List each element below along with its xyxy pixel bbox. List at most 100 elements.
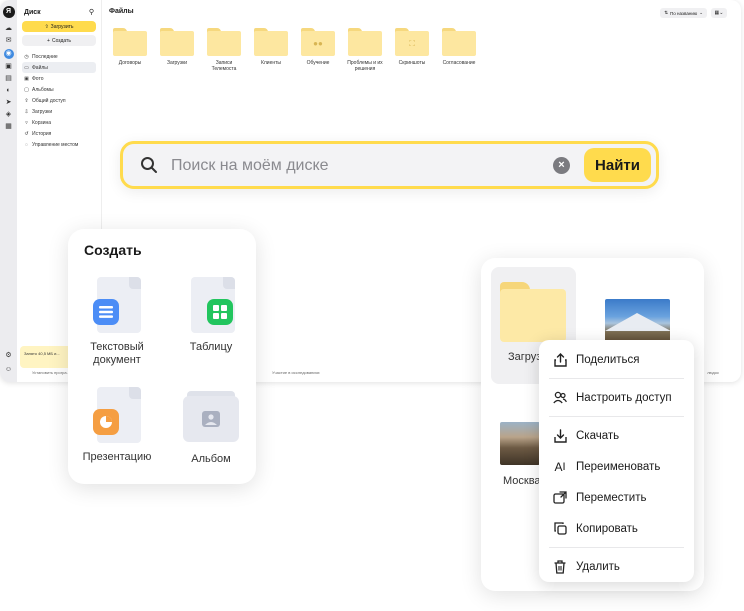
search-icon[interactable]: ⚲ (89, 8, 94, 16)
apps-grid-icon[interactable]: ▦ (5, 123, 13, 131)
sidebar-item-trash[interactable]: ▿ Корзина (22, 117, 96, 128)
menu-divider (549, 547, 684, 548)
download-icon: ⇩ (24, 108, 29, 115)
menu-item-label: Переименовать (576, 460, 661, 473)
text-document-icon (93, 277, 141, 333)
telemost-icon[interactable]: ◐ (5, 87, 13, 95)
footer-link[interactable]: людос (707, 370, 719, 375)
messenger-icon[interactable]: ➤ (5, 99, 13, 107)
folder-item[interactable]: Согласование (440, 28, 478, 72)
sort-label: По названию (670, 10, 698, 16)
menu-item-copy[interactable]: Копировать (539, 513, 694, 544)
album-icon (183, 391, 239, 443)
create-item-label: Таблицу (189, 341, 233, 353)
create-button-label: Создать (51, 37, 71, 44)
menu-item-label: Поделиться (576, 353, 640, 366)
history-icon: ↺ (24, 130, 29, 137)
menu-divider (549, 378, 684, 379)
menu-item-share[interactable]: Поделиться (539, 344, 694, 375)
folder-label: Договоры (118, 60, 142, 66)
service-title: Диск (24, 8, 41, 16)
create-album-button[interactable]: Альбом (166, 391, 256, 466)
grid-view-icon: ▦⌄ (714, 10, 724, 16)
sidebar-item-storage[interactable]: ◌ Управление местом (22, 139, 96, 150)
menu-item-move[interactable]: Переместить (539, 482, 694, 513)
clear-icon[interactable]: × (553, 157, 570, 174)
users-icon (553, 391, 567, 405)
mail-icon[interactable]: ✉ (5, 37, 13, 45)
security-icon[interactable]: ◈ (5, 111, 13, 119)
sidebar-item-photo[interactable]: ▣ Фото (22, 73, 96, 84)
screenshots-folder-icon: ⛶ (395, 28, 429, 56)
sidebar-item-label: Загрузки (32, 108, 53, 115)
menu-item-access[interactable]: Настроить доступ (539, 382, 694, 413)
sidebar-item-label: Последние (32, 53, 58, 60)
folder-label: Проблемы и их решения (347, 60, 383, 72)
shared-folder-icon: ●● (301, 28, 335, 56)
services-rail: Я ☁ ✉ ◉ ▣ ▤ ◐ ➤ ◈ ▦ ⚙ ☺ (0, 0, 17, 382)
create-presentation-button[interactable]: Презентацию (72, 387, 162, 464)
rename-icon: AI (554, 459, 566, 474)
create-item-label: Текстовый документ (90, 341, 144, 366)
sidebar-item-albums[interactable]: ▢ Альбомы (22, 84, 96, 95)
menu-item-label: Копировать (576, 522, 638, 535)
folder-item[interactable]: Проблемы и их решения (346, 28, 384, 72)
view-mode-toggle[interactable]: ▦⌄ (711, 8, 727, 18)
folder-item[interactable]: Загрузки (158, 28, 196, 72)
photo-label: Москва (503, 475, 541, 487)
city-photo-thumbnail[interactable] (500, 422, 540, 465)
create-button[interactable]: + Создать (22, 35, 96, 46)
menu-item-label: Скачать (576, 429, 620, 442)
trash-icon (553, 559, 567, 574)
sidebar-item-label: Общий доступ (32, 97, 66, 104)
create-item-label: Презентацию (82, 451, 152, 463)
search-input[interactable] (171, 155, 541, 177)
menu-item-rename[interactable]: AI Переименовать (539, 451, 694, 482)
settings-gear-icon[interactable]: ⚙ (5, 352, 13, 360)
presentation-icon (93, 387, 141, 443)
create-text-document-button[interactable]: Текстовый документ (72, 277, 162, 367)
menu-item-delete[interactable]: Удалить (539, 551, 694, 582)
download-icon (553, 428, 567, 443)
folder-item[interactable]: Клиенты (252, 28, 290, 72)
sidebar-item-label: Корзина (32, 119, 52, 126)
spreadsheet-icon (187, 277, 235, 333)
folder-icon (207, 28, 241, 56)
sidebar-item-downloads[interactable]: ⇩ Загрузки (22, 106, 96, 117)
research-link[interactable]: Участие в исследованиях (272, 370, 320, 375)
folder-item[interactable]: ●● Обучение (299, 28, 337, 72)
search-button[interactable]: Найти (584, 148, 651, 182)
yandex-logo[interactable]: Я (2, 6, 15, 18)
folder-label: Загрузки (166, 60, 188, 66)
calendar-icon[interactable]: ▣ (5, 63, 13, 71)
folder-icon (113, 28, 147, 56)
disk-icon[interactable]: ◉ (3, 49, 14, 59)
folder-item[interactable]: Договоры (111, 28, 149, 72)
notes-icon[interactable]: ▤ (5, 75, 13, 83)
sidebar-item-label: Файлы (32, 64, 48, 71)
mountain-photo-thumbnail[interactable] (605, 299, 670, 343)
upload-button[interactable]: ⇧ Загрузить (22, 21, 96, 32)
sidebar-item-history[interactable]: ↺ История (22, 128, 96, 139)
sort-dropdown[interactable]: ⇅ По названию ⌄ (660, 8, 707, 18)
folder-icon (442, 28, 476, 56)
sidebar-item-recent[interactable]: ◷ Последние (22, 51, 96, 62)
trash-icon: ▿ (25, 119, 28, 126)
profile-icon[interactable]: ☺ (5, 366, 13, 374)
search-bar: × Найти (120, 141, 659, 189)
folder-label: Обучение (306, 60, 330, 66)
context-menu: Поделиться Настроить доступ Скачать AI П… (539, 340, 694, 582)
folder-item[interactable]: ⛶ Скриншоты (393, 28, 431, 72)
sidebar-item-shared[interactable]: ⇪ Общий доступ (22, 95, 96, 106)
install-app-link[interactable]: Установить програ... (32, 370, 70, 375)
clock-icon: ◷ (24, 53, 29, 60)
menu-item-download[interactable]: Скачать (539, 420, 694, 451)
create-spreadsheet-button[interactable]: Таблицу (166, 277, 256, 354)
cloud-icon[interactable]: ☁ (5, 25, 13, 33)
sort-icon: ⇅ (664, 10, 668, 15)
sidebar-item-files[interactable]: ▭ Файлы (22, 62, 96, 73)
folder-icon (254, 28, 288, 56)
folder-item[interactable]: Записи Телемоста (205, 28, 243, 72)
plus-icon: + (47, 37, 50, 44)
folder-label: Скриншоты (398, 60, 426, 66)
